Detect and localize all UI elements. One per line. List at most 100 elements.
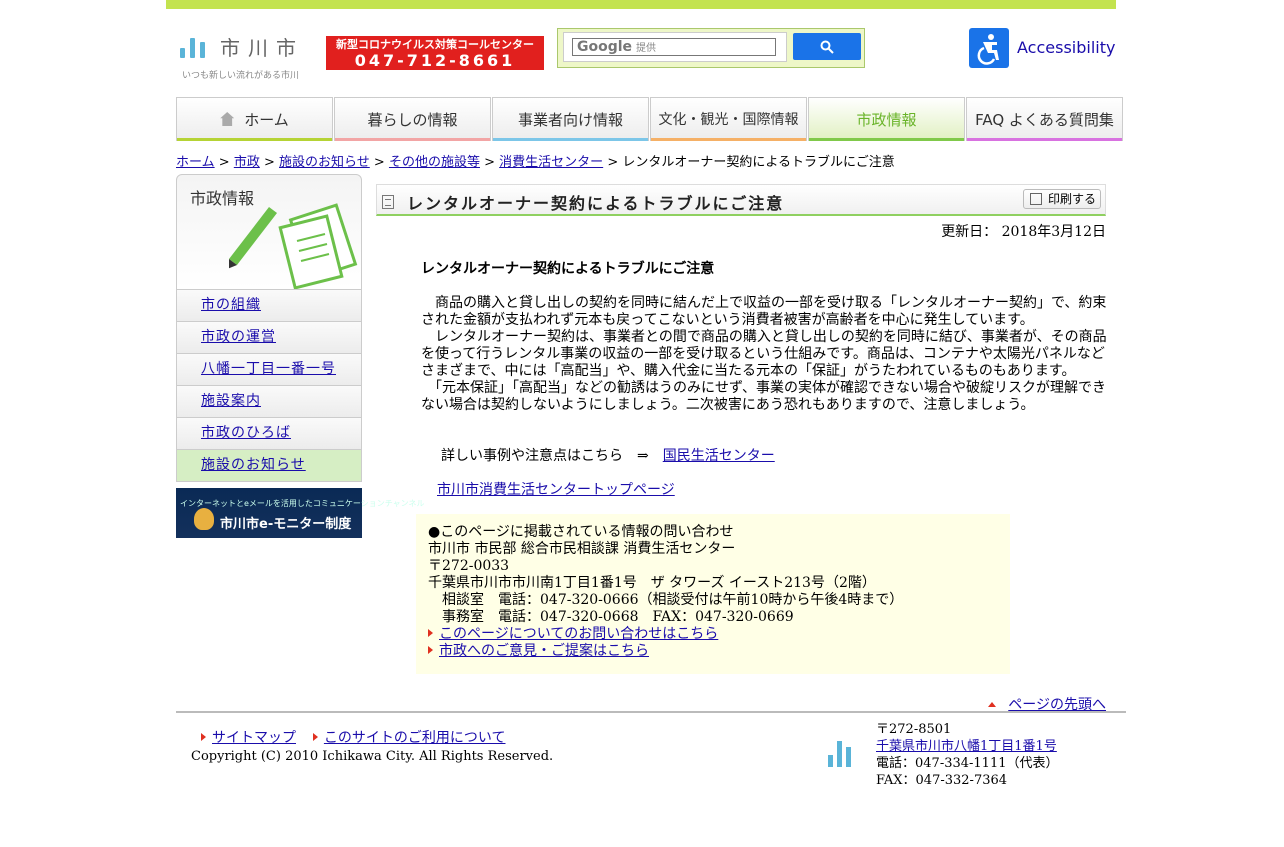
arrow-icon [201, 733, 206, 741]
sidebar-item-facility-news[interactable]: 施設のお知らせ [176, 450, 362, 482]
page-title-bar: レンタルオーナー契約によるトラブルにご注意 印刷する [376, 184, 1106, 216]
sidebar-item-facilities[interactable]: 施設案内 [176, 386, 362, 418]
nav-business[interactable]: 事業者向け情報 [492, 97, 649, 141]
contact-box: ●このページに掲載されている情報の問い合わせ 市川市 市民部 総合市民相談課 消… [416, 514, 1010, 674]
sidebar-item-label[interactable]: 市政の運営 [201, 329, 276, 345]
article-paragraph: 商品の購入と貸し出しの契約を同時に結んだ上で収益の一部を受け取る「レンタルオーナ… [421, 295, 1107, 328]
breadcrumb-city[interactable]: 市政 [234, 155, 260, 170]
arrow-icon [312, 733, 318, 741]
nav-city-info-label: 市政情報 [856, 111, 917, 129]
breadcrumb: ホーム > 市政 > 施設のお知らせ > その他の施設等 > 消費生活センター … [176, 151, 895, 170]
opinion-link[interactable]: 市政へのご意見・ご提案はこちら [439, 643, 649, 659]
sidebar-item-administration[interactable]: 市政の運営 [176, 322, 362, 354]
nav-culture[interactable]: 文化・観光・国際情報 [650, 97, 807, 141]
nav-business-label: 事業者向け情報 [517, 111, 623, 129]
search-button[interactable] [793, 33, 861, 60]
nav-home-label: ホーム [244, 111, 289, 129]
kokumin-center-link[interactable]: 国民生活センター [663, 448, 775, 464]
printer-icon [1030, 193, 1042, 205]
copyright: Copyright (C) 2010 Ichikawa City. All Ri… [191, 749, 554, 764]
city-name: 市川市 [220, 36, 304, 60]
city-tagline: いつも新しい流れがある市川 [182, 71, 300, 81]
mascot-icon [194, 508, 214, 530]
breadcrumb-sep: > [607, 155, 619, 170]
breadcrumb-consumer-center[interactable]: 消費生活センター [499, 155, 603, 170]
breadcrumb-sep: > [218, 155, 230, 170]
main-content: レンタルオーナー契約によるトラブルにご注意 印刷する 更新日： 2018年3月1… [376, 184, 1107, 713]
footer-links: サイトマップ このサイトのご利用について [201, 727, 506, 747]
article-body: レンタルオーナー契約によるトラブルにご注意 商品の購入と貸し出しの契約を同時に結… [421, 261, 1107, 414]
nav-home[interactable]: ホーム [176, 97, 333, 141]
contact-tel2: 事務室 電話：047-320-0668 FAX：047-320-0669 [442, 609, 794, 625]
nav-color-bar [493, 138, 648, 141]
corona-banner-title: 新型コロナウイルス対策コールセンター [336, 38, 534, 51]
sidebar-item-label[interactable]: 市政のひろば [201, 425, 291, 441]
breadcrumb-sep: > [373, 155, 385, 170]
breadcrumb-facility-news[interactable]: 施設のお知らせ [279, 155, 370, 170]
sidebar: 市政情報 市の組織 市政の運営 八幡一丁目一番一号 施設案内 市政のひろば 施設… [176, 174, 425, 538]
breadcrumb-sep: > [484, 155, 496, 170]
site-usage-link[interactable]: このサイトのご利用について [324, 730, 506, 746]
nav-faq[interactable]: FAQ よくある質問集 [966, 97, 1123, 141]
consumer-center-top-link[interactable]: 市川市消費生活センタートップページ [437, 482, 675, 498]
contact-heading: ●このページに掲載されている情報の問い合わせ [428, 524, 734, 540]
sidebar-item-label[interactable]: 施設案内 [201, 393, 261, 409]
nav-faq-label: FAQ よくある質問集 [975, 111, 1114, 129]
city-hall-address-link[interactable]: 千葉県市川市八幡1丁目1番1号 [876, 739, 1057, 754]
contact-link-row: 市政へのご意見・ご提案はこちら [428, 643, 998, 660]
sidebar-item-plaza[interactable]: 市政のひろば [176, 418, 362, 450]
footer-divider [176, 711, 1126, 713]
sidebar-item-yawata[interactable]: 八幡一丁目一番一号 [176, 354, 362, 386]
page-wrapper: 市川市 いつも新しい流れがある市川 新型コロナウイルス対策コールセンター 047… [166, 0, 1126, 847]
nav-living[interactable]: 暮らしの情報 [334, 97, 491, 141]
sitemap-link[interactable]: サイトマップ [212, 730, 296, 746]
accessibility-icon [969, 28, 1009, 68]
nav-color-bar [335, 138, 490, 141]
nav-color-bar [967, 138, 1122, 141]
sidebar-item-label[interactable]: 市の組織 [201, 297, 261, 313]
arrow-icon [428, 646, 433, 654]
breadcrumb-home[interactable]: ホーム [176, 155, 215, 170]
article-paragraph: レンタルオーナー契約は、事業者との間で商品の購入と貸し出しの契約を同時に結び、事… [421, 329, 1107, 379]
contact-zip: 〒272-0033 [428, 558, 510, 574]
contact-address: 千葉県市川市市川南1丁目1番1号 ザ タワーズ イースト213号（2階） [428, 575, 876, 591]
corona-callcenter-banner[interactable]: 新型コロナウイルス対策コールセンター 047-712-8661 [326, 36, 544, 70]
page-title: レンタルオーナー契約によるトラブルにご注意 [407, 194, 785, 213]
city-logo[interactable]: 市川市 いつも新しい流れがある市川 [178, 30, 312, 82]
sidebar-item-organization[interactable]: 市の組織 [176, 290, 362, 322]
up-arrow-icon [988, 702, 997, 707]
footer-tel: 電話：047-334-1111（代表） [876, 756, 1059, 771]
e-monitor-title: 市川市e-モニター制度 [220, 517, 352, 532]
breadcrumb-current: レンタルオーナー契約によるトラブルにご注意 [622, 155, 895, 170]
nav-living-label: 暮らしの情報 [367, 111, 458, 129]
document-pencil-icon [229, 203, 358, 289]
detail-text: 詳しい事例や注意点はこちら ⇒ [441, 448, 663, 464]
e-monitor-banner[interactable]: インターネットとeメールを活用したコミュニケーションチャンネル 市川市e-モニタ… [176, 488, 425, 538]
home-icon [220, 112, 235, 126]
footer-fax: FAX：047-332-7364 [876, 773, 1008, 788]
contact-tel1: 相談室 電話：047-320-0666（相談受付は午前10時から午後4時まで） [442, 592, 904, 608]
contact-link-row: このページについてのお問い合わせはこちら [428, 626, 998, 643]
global-nav: ホーム 暮らしの情報 事業者向け情報 文化・観光・国際情報 市政情報 FAQ よ… [176, 97, 1126, 142]
sidebar-header: 市政情報 [176, 174, 362, 290]
site-search: Google 提供 [557, 28, 865, 68]
footer-zip: 〒272-8501 [876, 722, 952, 737]
article-paragraph: 「元本保証」「高配当」などの勧誘はうのみにせず、事業の実体が確認できない場合や破… [421, 380, 1107, 413]
footer-logo-icon [828, 737, 858, 767]
google-logo: Google [577, 39, 633, 55]
sidebar-item-label[interactable]: 施設のお知らせ [201, 457, 306, 473]
footer-address: 〒272-8501 千葉県市川市八幡1丁目1番1号 電話：047-334-111… [876, 721, 1059, 789]
nav-culture-label: 文化・観光・国際情報 [658, 112, 799, 128]
accessibility-label: Accessibility [1017, 38, 1116, 57]
inquiry-link[interactable]: このページについてのお問い合わせはこちら [439, 626, 718, 642]
search-input-box: Google 提供 [572, 38, 776, 56]
nav-city-info[interactable]: 市政情報 [808, 97, 965, 141]
search-input[interactable]: Google 提供 [563, 32, 787, 62]
sidebar-item-label[interactable]: 八幡一丁目一番一号 [201, 361, 336, 377]
print-label: 印刷する [1048, 192, 1097, 206]
corona-banner-phone: 047-712-8661 [354, 51, 516, 70]
print-button[interactable]: 印刷する [1023, 189, 1101, 209]
document-icon [382, 195, 394, 209]
article-heading: レンタルオーナー契約によるトラブルにご注意 [421, 261, 715, 277]
breadcrumb-other-facilities[interactable]: その他の施設等 [389, 155, 480, 170]
